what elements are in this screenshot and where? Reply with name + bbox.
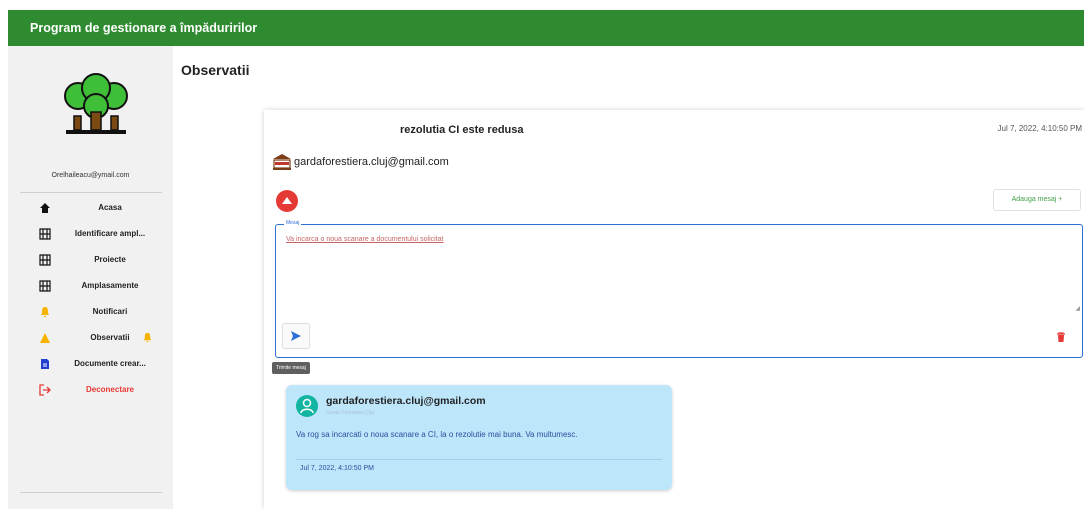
map-frame-icon xyxy=(39,254,51,266)
user-email: Orelhaileacu@ymail.com xyxy=(51,172,130,179)
sidebar-item-label: Observatii xyxy=(90,333,130,342)
send-icon xyxy=(291,331,301,341)
message-placeholder: Va incarca o noua scanare a documentului… xyxy=(286,236,444,243)
reply-sender: gardaforestiera.cluj@gmail.com xyxy=(326,395,486,407)
resize-handle-icon[interactable]: ◢ xyxy=(1075,305,1080,312)
institution-icon xyxy=(273,154,291,170)
reply-divider xyxy=(296,459,662,460)
send-tooltip: Trimite mesaj xyxy=(272,362,310,374)
bell-icon xyxy=(143,332,152,343)
sidebar-item-notificari[interactable]: Notificari xyxy=(8,302,173,322)
map-frame-icon xyxy=(39,280,51,292)
sidebar-item-label: Deconectare xyxy=(85,385,135,394)
logout-icon xyxy=(39,384,51,396)
sidebar-item-acasa[interactable]: Acasa xyxy=(8,198,173,218)
sidebar-item-documente[interactable]: Documente crear... xyxy=(8,354,173,374)
sidebar-item-proiecte[interactable]: Proiecte xyxy=(8,250,173,270)
sidebar-item-label: Amplasamente xyxy=(81,281,139,290)
message-textarea[interactable]: Mesaj Va incarca o noua scanare a docume… xyxy=(275,220,1083,358)
sidebar-item-label: Identificare ampl... xyxy=(74,229,146,238)
map-frame-icon xyxy=(39,228,51,240)
sidebar: Orelhaileacu@ymail.com Acasa Identificar… xyxy=(8,46,173,509)
sidebar-item-label: Documente crear... xyxy=(74,359,146,368)
document-icon xyxy=(41,359,49,369)
sidebar-item-label: Notificari xyxy=(92,307,128,316)
app-title: Program de gestionare a împăduririlor xyxy=(30,21,258,35)
sidebar-item-identificare[interactable]: Identificare ampl... xyxy=(8,224,173,244)
reply-date: Jul 7, 2022, 4:10:50 PM xyxy=(300,465,374,472)
sidebar-item-amplasamente[interactable]: Amplasamente xyxy=(8,276,173,296)
collapse-button[interactable] xyxy=(276,190,298,212)
observation-card: rezolutia CI este redusa Jul 7, 2022, 4:… xyxy=(264,110,1084,509)
sidebar-item-observatii[interactable]: Observatii xyxy=(8,328,173,348)
home-icon xyxy=(40,203,50,213)
page-title: Observatii xyxy=(181,62,250,78)
observation-date: Jul 7, 2022, 4:10:50 PM xyxy=(997,124,1083,133)
avatar xyxy=(296,395,318,417)
chevron-up-icon xyxy=(282,197,292,204)
sender-email: gardaforestiera.cluj@gmail.com xyxy=(294,156,449,168)
bell-icon xyxy=(41,307,49,317)
message-field-label: Mesaj xyxy=(284,220,302,226)
trees-logo-icon xyxy=(64,73,128,134)
reply-organization: Garda Forestiera Cluj xyxy=(326,410,374,416)
trash-icon[interactable] xyxy=(1055,331,1067,343)
sidebar-item-label: Acasa xyxy=(98,203,122,212)
sidebar-divider xyxy=(20,192,162,193)
user-icon xyxy=(300,398,314,414)
send-button[interactable] xyxy=(282,323,310,349)
reply-text: Va rog sa incarcati o noua scanare a CI,… xyxy=(296,430,578,439)
warning-icon xyxy=(40,333,50,343)
observation-title: rezolutia CI este redusa xyxy=(400,124,524,136)
sidebar-item-label: Proiecte xyxy=(94,255,126,264)
sidebar-divider xyxy=(20,492,162,493)
add-message-button[interactable]: Adauga mesaj + xyxy=(993,189,1081,211)
app-header: Program de gestionare a împăduririlor xyxy=(8,10,1084,46)
reply-message: gardaforestiera.cluj@gmail.com Garda For… xyxy=(286,385,672,490)
sidebar-item-deconectare[interactable]: Deconectare xyxy=(8,380,173,400)
